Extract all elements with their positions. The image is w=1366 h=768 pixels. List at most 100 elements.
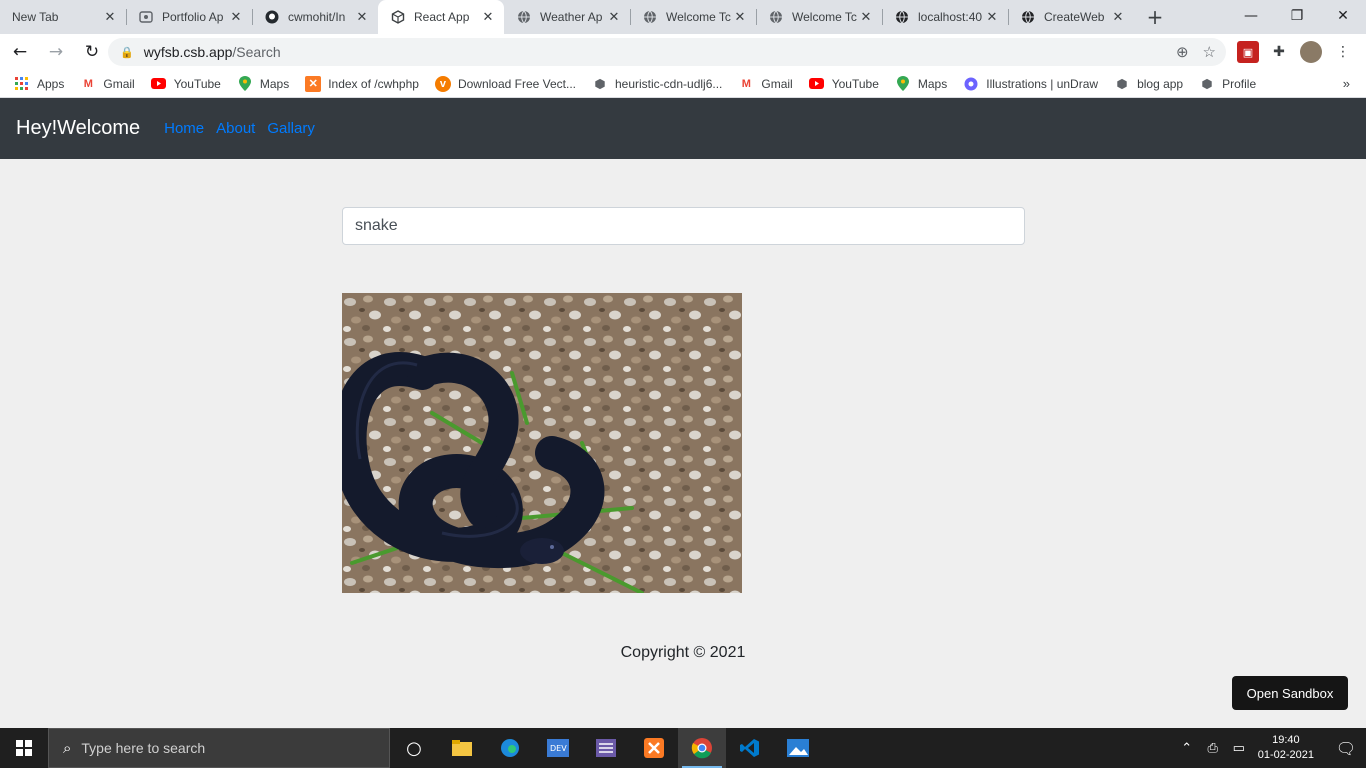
close-icon[interactable]: ✕ [984,10,1000,25]
globe-icon [516,9,532,25]
meet-now-icon[interactable]: ⎙ [1201,741,1225,756]
youtube-icon [809,76,825,92]
address-bar[interactable]: 🔒 wyfsb.csb.app/Search ⊕ ☆ [108,38,1226,66]
bookmark-maps[interactable]: Maps [237,76,289,92]
tab-title: Welcome Tc [666,10,731,24]
calculator-icon[interactable] [582,728,630,768]
more-bookmarks-icon[interactable]: » [1343,76,1350,91]
globe-icon [768,9,784,25]
close-icon[interactable]: ✕ [858,10,874,25]
xampp-icon: ✕ [305,75,322,92]
bookmark-label: heuristic-cdn-udlj6... [615,76,723,91]
open-sandbox-button[interactable]: Open Sandbox [1232,676,1348,710]
apps-grid-icon [14,76,30,92]
browser-tab[interactable]: Portfolio Ap ✕ [126,0,252,34]
nav-link-about[interactable]: About [216,120,255,137]
browser-tab[interactable]: localhost:40 ✕ [882,0,1008,34]
close-icon[interactable]: ✕ [732,10,748,25]
taskbar-search[interactable]: ⌕ Type here to search [48,728,390,768]
close-icon[interactable]: ✕ [480,10,496,25]
bookmark-label: Apps [37,76,65,91]
bookmark-label: Gmail [103,76,135,91]
bookmark-profile[interactable]: Profile [1199,76,1256,92]
bookmark-undraw[interactable]: Illustrations | unDraw [963,76,1098,92]
restore-icon[interactable]: ❐ [1274,0,1320,32]
bookmark-heuristic[interactable]: heuristic-cdn-udlj6... [592,76,722,92]
browser-tab[interactable]: Welcome Tc ✕ [630,0,756,34]
file-explorer-icon[interactable] [438,728,486,768]
battery-icon[interactable]: ▭ [1227,741,1251,756]
undraw-icon [963,76,979,92]
edge-icon[interactable] [486,728,534,768]
extension-icon[interactable]: ▣ [1237,41,1259,63]
vector-icon: v [434,75,451,92]
bookmark-download[interactable]: v Download Free Vect... [434,75,576,92]
add-icon[interactable]: ⊕ [1176,43,1189,61]
bookmark-youtube[interactable]: YouTube [151,76,221,92]
new-tab-button[interactable]: + [1140,0,1170,34]
window-controls: — ❐ ✕ [1228,0,1366,32]
close-icon[interactable]: ✕ [354,10,370,25]
menu-icon[interactable]: ⋮ [1332,41,1354,63]
bookmark-gmail[interactable]: M Gmail [738,76,793,92]
vscode-icon[interactable] [726,728,774,768]
bookmark-label: Index of /cwhphp [328,76,419,91]
browser-tab[interactable]: Weather Ap ✕ [504,0,630,34]
close-icon[interactable]: ✕ [102,10,118,25]
reload-icon[interactable]: ↻ [76,36,108,68]
browser-tab[interactable]: Welcome Tc ✕ [756,0,882,34]
lock-icon: 🔒 [120,46,134,59]
minimize-icon[interactable]: — [1228,0,1274,32]
notification-icon[interactable]: 🗨 [1326,728,1366,768]
bookmark-blog[interactable]: blog app [1114,76,1183,92]
clock-date: 01-02-2021 [1257,749,1314,761]
tab-title: Welcome Tc [792,10,857,24]
codesandbox-icon [390,9,406,25]
browser-tab-active[interactable]: React App ✕ [378,0,504,34]
forward-icon[interactable]: → [40,36,72,68]
back-icon[interactable]: ← [4,36,36,68]
bookmark-label: Download Free Vect... [457,76,576,91]
photos-icon[interactable] [774,728,822,768]
url-path: /Search [232,44,281,60]
star-icon[interactable]: ☆ [1203,43,1216,61]
bookmark-label: Illustrations | unDraw [986,76,1099,91]
xampp-icon[interactable] [630,728,678,768]
close-icon[interactable]: ✕ [606,10,622,25]
bookmark-gmail[interactable]: M Gmail [80,76,135,92]
browser-tab[interactable]: New Tab ✕ [0,0,126,34]
browser-tab[interactable]: cwmohit/In ✕ [252,0,378,34]
site-brand[interactable]: Hey!Welcome [16,117,140,140]
windows-start-icon[interactable] [0,728,48,768]
nav-link-gallary[interactable]: Gallary [267,120,315,137]
close-icon[interactable]: ✕ [1110,10,1126,25]
bookmark-youtube[interactable]: YouTube [809,76,879,92]
search-input[interactable] [342,207,1025,245]
gmail-icon: M [741,77,751,90]
tab-title: CreateWeb [1044,10,1105,24]
browser-tab-strip: New Tab ✕ Portfolio Ap ✕ cwmohit/In ✕ Re… [0,0,1366,34]
tab-title: cwmohit/In [288,10,346,24]
windows-taskbar: ⌕ Type here to search ○ DEV ⌃ ⎙ ▭ 19:40 … [0,728,1366,768]
bookmark-label: Maps [917,76,948,91]
chrome-icon[interactable] [678,728,726,768]
browser-tab[interactable]: CreateWeb ✕ [1008,0,1134,34]
avatar[interactable] [1300,41,1322,63]
close-icon[interactable]: ✕ [228,10,244,25]
bookmark-label: Gmail [761,76,793,91]
dev-app-icon[interactable]: DEV [534,728,582,768]
close-window-icon[interactable]: ✕ [1320,0,1366,32]
bookmark-index[interactable]: ✕ Index of /cwhphp [305,75,419,92]
clock-time: 19:40 [1272,734,1300,746]
chevron-up-icon[interactable]: ⌃ [1175,741,1199,756]
task-view-icon[interactable]: ○ [390,728,438,768]
bookmark-label: Profile [1222,76,1257,91]
tab-title: Portfolio Ap [162,10,224,24]
clock[interactable]: 19:40 01-02-2021 [1258,733,1314,763]
bookmark-maps[interactable]: Maps [895,76,947,92]
url-host: wyfsb.csb.app [143,44,233,60]
nav-link-home[interactable]: Home [164,120,204,137]
bookmark-apps[interactable]: Apps [14,76,64,92]
bookmarks-bar: Apps M Gmail YouTube Maps ✕ Index of /cw… [0,70,1366,98]
puzzle-icon[interactable]: ✚ [1268,41,1290,63]
